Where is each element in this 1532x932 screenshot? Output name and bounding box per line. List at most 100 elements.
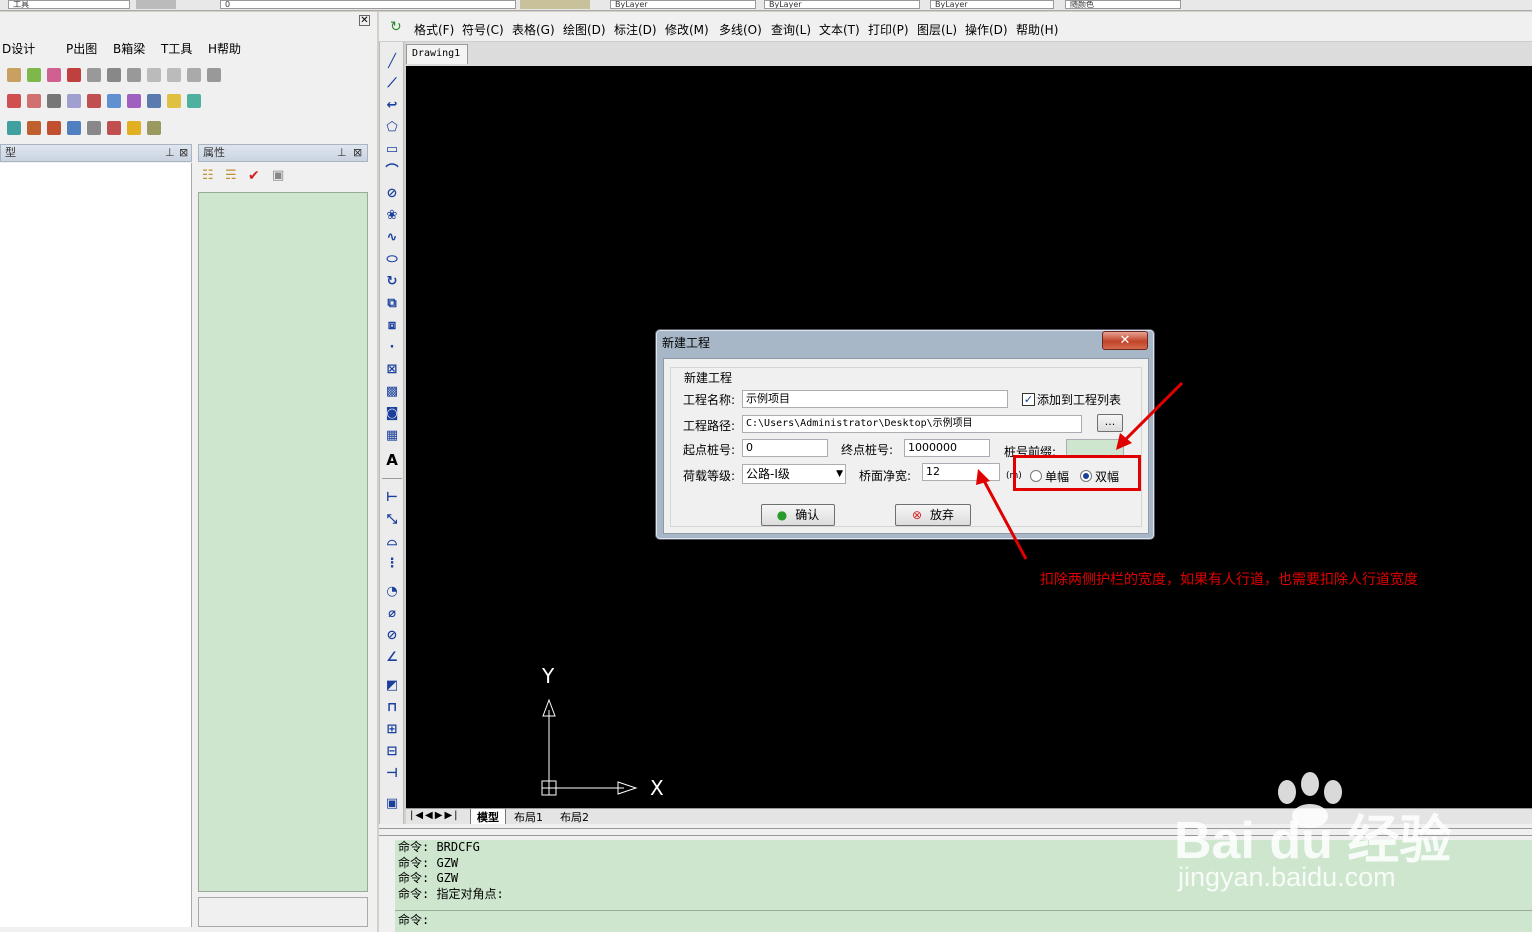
menu-text[interactable]: 文本(T) [819, 21, 860, 38]
project-name-input[interactable]: 示例项目 [742, 390, 1008, 408]
dim-jogged-icon[interactable]: ⌀ [384, 606, 400, 622]
cancel-button[interactable]: ⊗ 放弃 [895, 504, 971, 526]
circle-icon[interactable]: ⊘ [384, 186, 400, 202]
rectangle-icon[interactable]: ▭ [384, 142, 400, 158]
tool-icon[interactable] [187, 94, 201, 108]
tool-icon[interactable] [67, 94, 81, 108]
tool-icon[interactable] [167, 68, 181, 82]
tool-icon[interactable] [67, 121, 81, 135]
polyline-icon[interactable]: ↩ [384, 98, 400, 114]
check-icon[interactable]: ✔ [248, 168, 260, 184]
menu-box-girder[interactable]: B箱梁 [113, 40, 145, 57]
doc-tab-drawing1[interactable]: Drawing1 [406, 44, 468, 64]
tool-icon[interactable] [27, 68, 41, 82]
tool-icon[interactable] [47, 121, 61, 135]
lineweight-combo[interactable]: ByLayer [930, 0, 1054, 9]
dim-continue-icon[interactable]: ⊞ [384, 722, 400, 738]
pin-icon[interactable]: ⊥ [165, 145, 175, 161]
menu-help-main[interactable]: 帮助(H) [1016, 21, 1058, 38]
insert-block-icon[interactable]: ⧉ [384, 296, 400, 312]
dim-radius-icon[interactable]: ◔ [384, 584, 400, 600]
tree-icon[interactable]: ☷ [202, 168, 214, 183]
project-tree[interactable] [0, 163, 192, 927]
menu-help[interactable]: H帮助 [208, 40, 241, 57]
menu-draw[interactable]: 绘图(D) [563, 21, 606, 38]
gradient-icon[interactable]: ▩ [384, 384, 400, 400]
ellipse-icon[interactable]: ⬭ [384, 252, 400, 268]
point-icon[interactable]: · [384, 340, 400, 356]
menu-format[interactable]: 格式(F) [414, 21, 454, 38]
arc-icon[interactable]: ⌒ [384, 164, 400, 180]
menu-print[interactable]: 打印(P) [868, 21, 909, 38]
plotstyle-combo[interactable]: 随颜色 [1065, 0, 1181, 9]
tool-icon[interactable] [127, 68, 141, 82]
tool-icon[interactable] [47, 94, 61, 108]
tool-icon[interactable] [107, 121, 121, 135]
properties-grid[interactable] [198, 192, 368, 892]
construction-line-icon[interactable]: ⟋ [384, 76, 400, 92]
dim-arc-icon[interactable]: ⌓ [384, 534, 400, 550]
tool-icon[interactable] [87, 68, 101, 82]
menu-inquiry[interactable]: 查询(L) [771, 21, 811, 38]
tool-icon[interactable] [67, 68, 81, 82]
menu-layer[interactable]: 图层(L) [917, 21, 957, 38]
tool-icon[interactable] [7, 94, 21, 108]
menu-multiline[interactable]: 多线(O) [719, 21, 762, 38]
tool-icon[interactable] [167, 94, 181, 108]
close-icon[interactable]: ⊠ [353, 145, 362, 161]
clipboard-icon[interactable]: ▣ [272, 168, 284, 183]
dim-angular-icon[interactable]: ∠ [384, 650, 400, 666]
tool-icon[interactable] [147, 68, 161, 82]
dim-break-icon[interactable]: ⊣ [384, 766, 400, 782]
pin-icon[interactable]: ⊥ [337, 145, 347, 161]
tool-icon[interactable] [107, 68, 121, 82]
menu-symbol[interactable]: 符号(C) [462, 21, 504, 38]
tool-icon[interactable] [147, 121, 161, 135]
tool-icon[interactable] [27, 121, 41, 135]
region-icon[interactable]: ◙ [384, 406, 400, 422]
hierarchy-icon[interactable]: ☴ [225, 168, 237, 183]
start-station-input[interactable]: 0 [742, 439, 828, 457]
tool-icon[interactable] [27, 94, 41, 108]
layer-tools-icons[interactable] [520, 0, 590, 9]
menu-modify[interactable]: 修改(M) [665, 21, 709, 38]
quick-dim-icon[interactable]: ◩ [384, 678, 400, 694]
tool-icon[interactable] [147, 94, 161, 108]
tolerance-icon[interactable]: ▣ [384, 796, 400, 812]
menu-design[interactable]: D设计 [2, 40, 35, 57]
tool-icon[interactable] [87, 121, 101, 135]
chevron-down-icon[interactable]: ▼ [836, 465, 843, 483]
cloud-icon[interactable]: ❀ [384, 208, 400, 224]
tab-nav-arrows-icon[interactable]: |◀◀▶▶| [410, 810, 460, 821]
menu-operation[interactable]: 操作(D) [965, 21, 1008, 38]
close-icon[interactable]: ⊠ [179, 145, 188, 161]
dim-diameter-icon[interactable]: ⊘ [384, 628, 400, 644]
close-icon[interactable]: ✕ [359, 15, 370, 26]
menu-dimension[interactable]: 标注(D) [614, 21, 657, 38]
command-input[interactable]: 命令: [395, 910, 1532, 932]
text-icon[interactable]: A [384, 452, 400, 468]
dim-space-icon[interactable]: ⊟ [384, 744, 400, 760]
table-icon[interactable]: ▦ [384, 428, 400, 444]
dim-ordinate-icon[interactable]: ⋮ [384, 556, 400, 572]
menu-tools[interactable]: T工具 [161, 40, 192, 57]
confirm-button[interactable]: ● 确认 [761, 504, 835, 526]
menu-plot[interactable]: P出图 [66, 40, 97, 57]
tool-icon[interactable] [7, 121, 21, 135]
tool-icon[interactable] [187, 68, 201, 82]
tool-icon[interactable] [107, 94, 121, 108]
ellipse-arc-icon[interactable]: ↻ [384, 274, 400, 290]
tab-layout2[interactable]: 布局2 [556, 809, 593, 825]
tool-icon[interactable] [127, 121, 141, 135]
polygon-icon[interactable]: ⬠ [384, 120, 400, 136]
dim-linear-icon[interactable]: ⊢ [384, 490, 400, 506]
load-grade-select[interactable]: 公路-I级 ▼ [742, 464, 846, 484]
layer-combo[interactable]: 0 [220, 0, 516, 9]
close-icon[interactable]: ✕ [1102, 331, 1148, 350]
make-block-icon[interactable]: ⧈ [384, 318, 400, 334]
dim-aligned-icon[interactable]: ⤡ [384, 512, 400, 528]
tool-icon[interactable] [207, 68, 221, 82]
tool-icon[interactable] [47, 68, 61, 82]
dim-baseline-icon[interactable]: ⊓ [384, 700, 400, 716]
linetype-combo[interactable]: ByLayer [764, 0, 920, 9]
